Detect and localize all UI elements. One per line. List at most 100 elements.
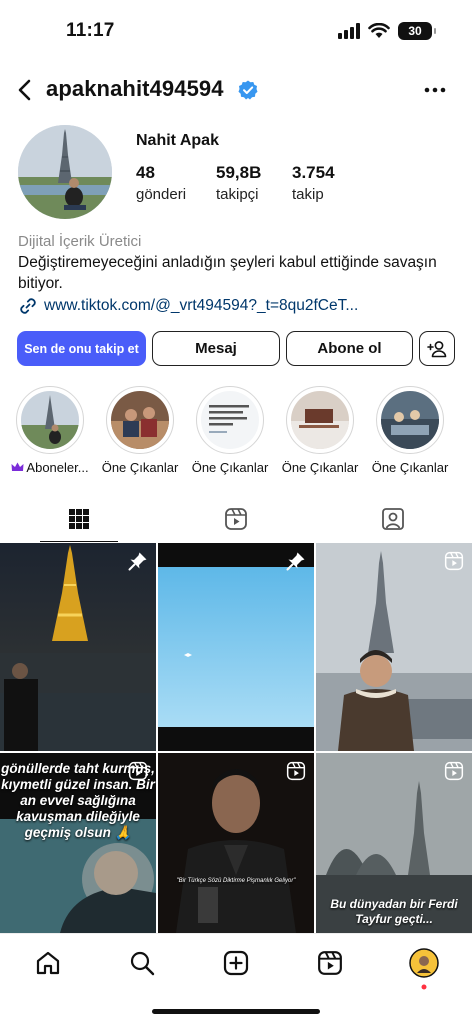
post-thumbnail[interactable]: [0, 543, 156, 751]
post-image: [0, 543, 156, 751]
highlight-cover-image: [111, 391, 169, 449]
username: apaknahit494594: [46, 76, 224, 101]
create-icon: [223, 950, 249, 976]
reels-icon: [224, 508, 247, 530]
highlight-cover: [291, 391, 349, 449]
highlight-ring: [286, 386, 354, 454]
highlight-ring: [196, 386, 264, 454]
post-caption: Bu dünyadan bir Ferdi Tayfur geçti...: [316, 897, 472, 927]
back-arrow-icon: [18, 79, 31, 101]
post-thumbnail[interactable]: [158, 543, 314, 751]
tab-posts[interactable]: [0, 496, 157, 542]
following-count-value: 3.754: [292, 163, 335, 182]
post-thumbnail[interactable]: [316, 543, 472, 751]
nav-profile-button[interactable]: [409, 948, 439, 978]
profile-avatar[interactable]: [18, 125, 112, 219]
followers-count[interactable]: 59,8B takipçi: [216, 163, 261, 203]
add-user-icon: [427, 340, 447, 357]
post-image: [316, 543, 472, 751]
grid-icon: [68, 509, 89, 529]
search-icon: [130, 951, 155, 976]
back-button[interactable]: [10, 74, 38, 106]
following-count[interactable]: 3.754 takip: [292, 163, 335, 203]
highlight-item[interactable]: Öne Çıkanlar: [282, 386, 358, 475]
profile-bio: Değiştiremeyeceğini anladığın şeyleri ka…: [18, 254, 437, 292]
post-thumbnail[interactable]: "Bir Türkçe Sözü Diktirme Pişmanlık Geli…: [158, 753, 314, 933]
highlight-cover: [381, 391, 439, 449]
highlight-cover: [21, 391, 79, 449]
nav-reels-button[interactable]: [315, 948, 345, 978]
post-image: [158, 543, 314, 751]
highlight-cover-image: [291, 391, 349, 449]
reels-icon: [128, 761, 148, 781]
highlight-cover-image: [21, 391, 79, 449]
wifi-icon: [368, 23, 390, 38]
profile-icon: [409, 948, 439, 978]
followers-count-value: 59,8B: [216, 163, 262, 182]
post-caption-line: Tayfur geçti...: [355, 912, 433, 926]
cellular-signal-icon: [338, 23, 360, 39]
reels-icon: [286, 761, 306, 781]
avatar-photo: [18, 125, 112, 219]
highlight-item[interactable]: Öne Çıkanlar: [192, 386, 268, 475]
profile-link-text[interactable]: www.tiktok.com/@_vrt494594?_t=8qu2fCeT..…: [44, 297, 358, 315]
post-thumbnail[interactable]: Bu dünyadan bir Ferdi Tayfur geçti...: [316, 753, 472, 933]
message-button[interactable]: Mesaj: [152, 331, 280, 366]
pin-icon: [286, 552, 305, 571]
post-caption-line: Bu dünyadan bir Ferdi: [330, 897, 458, 911]
highlight-cover-image: [201, 391, 259, 449]
home-icon: [36, 951, 60, 975]
more-icon: [424, 87, 446, 93]
reels-icon: [444, 551, 464, 571]
tab-tagged[interactable]: [314, 496, 471, 542]
nav-create-button[interactable]: [221, 948, 251, 978]
highlight-ring: [16, 386, 84, 454]
subscribe-button[interactable]: Abone ol: [286, 331, 413, 366]
battery-icon: 30: [398, 22, 436, 40]
reels-icon: [444, 761, 464, 781]
highlight-cover: [111, 391, 169, 449]
status-bar: 11:17 30: [0, 0, 472, 60]
highlight-label: Öne Çıkanlar: [371, 460, 449, 475]
followers-count-label: takipçi: [216, 186, 259, 203]
posts-grid: gönüllerde taht kurmuş, kıymetli güzel i…: [0, 543, 472, 933]
post-thumbnail[interactable]: gönüllerde taht kurmuş, kıymetli güzel i…: [0, 753, 156, 933]
battery-level: 30: [408, 24, 422, 38]
more-options-button[interactable]: [422, 78, 448, 102]
highlight-item[interactable]: Öne Çıkanlar: [102, 386, 178, 475]
notification-dot-icon: [421, 984, 427, 990]
nav-home-button[interactable]: [33, 948, 63, 978]
highlight-ring: [106, 386, 174, 454]
reels-icon: [318, 951, 342, 975]
post-caption: "Bir Türkçe Sözü Diktirme Pişmanlık Geli…: [176, 878, 296, 884]
profile-link[interactable]: www.tiktok.com/@_vrt494594?_t=8qu2fCeT..…: [18, 296, 358, 316]
suggested-users-button[interactable]: [419, 331, 455, 366]
tagged-icon: [381, 508, 404, 530]
posts-count[interactable]: 48 gönderi: [136, 163, 186, 203]
profile-header: apaknahit494594: [0, 70, 472, 110]
status-icons: 30: [338, 22, 436, 40]
highlight-label: Aboneler...: [0, 460, 100, 475]
post-caption-line: kavuşman dileğiyle: [16, 809, 140, 824]
highlight-label: Öne Çıkanlar: [281, 460, 359, 475]
tab-active-indicator: [40, 540, 118, 542]
crown-icon: [11, 462, 24, 471]
posts-count-value: 48: [136, 163, 155, 182]
follow-back-button[interactable]: Sen de onu takip et: [17, 331, 146, 366]
highlight-cover-image: [381, 391, 439, 449]
profile-category: Dijital İçerik Üretici: [18, 233, 142, 250]
status-time: 11:17: [66, 20, 115, 41]
highlight-cover: [201, 391, 259, 449]
highlight-label: Öne Çıkanlar: [191, 460, 269, 475]
posts-count-label: gönderi: [136, 186, 187, 203]
verified-badge-icon: [238, 80, 258, 100]
highlight-subscribers[interactable]: Aboneler...: [11, 386, 89, 475]
home-indicator: [152, 1009, 320, 1014]
highlight-label: Öne Çıkanlar: [101, 460, 179, 475]
link-icon: [20, 298, 36, 314]
tab-reels[interactable]: [157, 496, 314, 542]
highlight-item[interactable]: Öne Çıkanlar: [372, 386, 448, 475]
post-caption-line: geçmiş olsun 🙏: [24, 825, 132, 840]
following-count-label: takip: [292, 186, 324, 203]
nav-search-button[interactable]: [127, 948, 157, 978]
